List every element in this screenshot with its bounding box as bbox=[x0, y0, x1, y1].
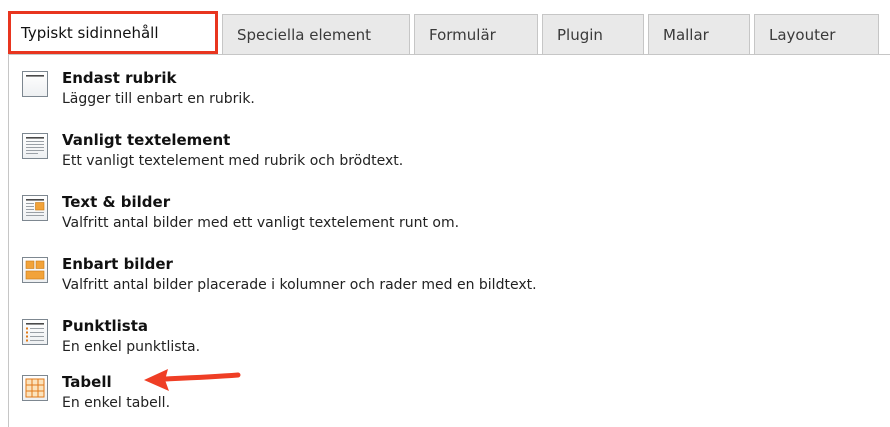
tab-forms[interactable]: Formulär bbox=[414, 14, 538, 54]
tab-typical-content[interactable]: Typiskt sidinnehåll bbox=[8, 11, 218, 54]
tab-special-elements[interactable]: Speciella element bbox=[222, 14, 410, 54]
annotation-arrow-icon bbox=[142, 363, 242, 399]
tab-label: Typiskt sidinnehåll bbox=[21, 23, 159, 42]
item-title: Tabell bbox=[62, 373, 112, 391]
item-description: Valfritt antal bilder med ett vanligt te… bbox=[62, 215, 460, 231]
item-title: Text & bilder bbox=[62, 193, 171, 211]
item-description: En enkel punktlista. bbox=[62, 339, 201, 355]
item-description: Lägger till enbart en rubrik. bbox=[62, 91, 255, 107]
tab-layouts[interactable]: Layouter bbox=[754, 14, 879, 54]
item-title: Punktlista bbox=[62, 317, 149, 335]
table-icon bbox=[22, 375, 48, 401]
tab-templates[interactable]: Mallar bbox=[648, 14, 750, 54]
tab-label: Plugin bbox=[557, 25, 603, 44]
item-title: Vanligt textelement bbox=[62, 131, 231, 149]
header-only-icon bbox=[22, 71, 48, 97]
content-type-panel: Endast rubrik Lägger till enbart en rubr… bbox=[8, 54, 890, 427]
item-title: Enbart bilder bbox=[62, 255, 173, 273]
tab-label: Formulär bbox=[429, 25, 496, 44]
tab-label: Mallar bbox=[663, 25, 709, 44]
tab-plugin[interactable]: Plugin bbox=[542, 14, 644, 54]
item-description: Valfritt antal bilder placerade i kolumn… bbox=[62, 277, 537, 293]
text-image-icon bbox=[22, 195, 48, 221]
item-title: Endast rubrik bbox=[62, 69, 177, 87]
text-element-icon bbox=[22, 133, 48, 159]
tab-label: Speciella element bbox=[237, 25, 372, 44]
content-type-tabs: Typiskt sidinnehåll Speciella element Fo… bbox=[8, 11, 890, 54]
item-description: Ett vanligt textelement med rubrik och b… bbox=[62, 153, 404, 169]
tab-label: Layouter bbox=[769, 25, 836, 44]
images-only-icon bbox=[22, 257, 48, 283]
bullet-list-icon bbox=[22, 319, 48, 345]
